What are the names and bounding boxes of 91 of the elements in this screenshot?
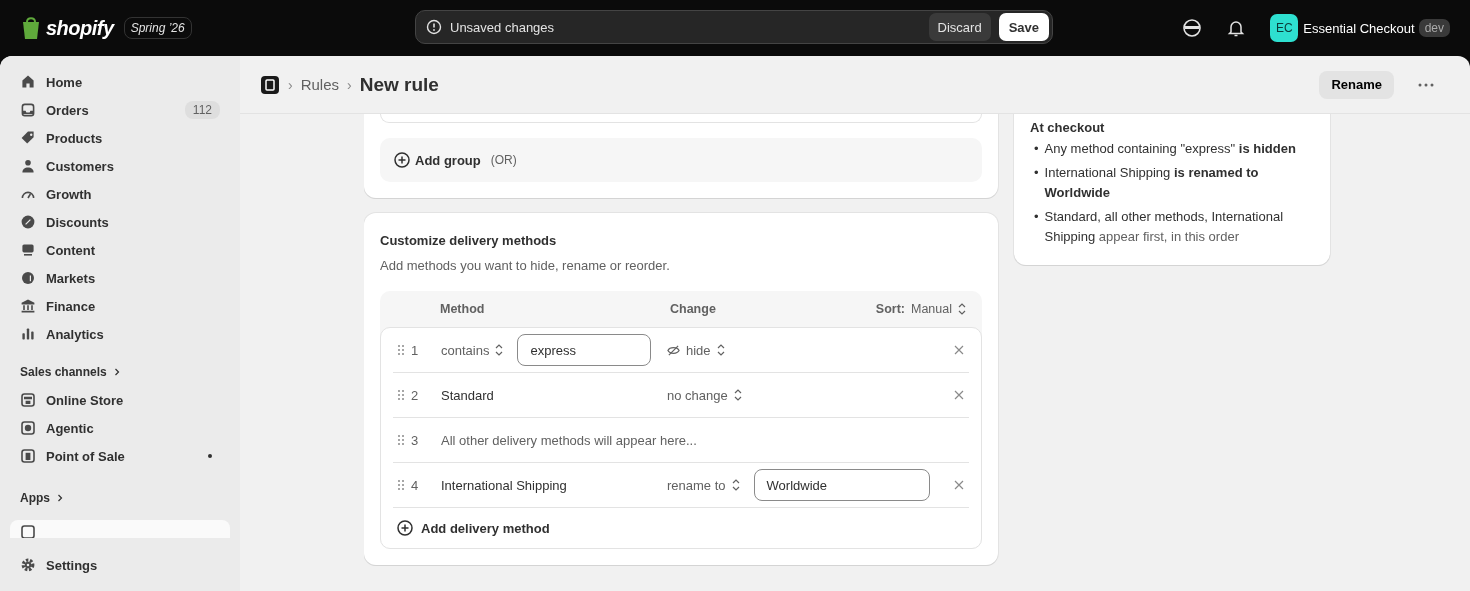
change-select[interactable]: no change [667, 387, 742, 403]
bullet-marker: • [1034, 140, 1039, 158]
plus-circle-icon [397, 520, 413, 536]
chevron-right-icon [56, 494, 64, 502]
breadcrumb-separator: › [288, 76, 293, 93]
nav-item[interactable]: Growth [10, 180, 230, 208]
breadcrumb-link[interactable]: Rules [300, 76, 340, 93]
updown-icon [733, 389, 742, 401]
operator-select[interactable]: contains [441, 342, 504, 358]
bullet-marker: • [1034, 208, 1039, 226]
page-title: New rule [359, 73, 439, 96]
rename-button[interactable]: Rename [1319, 70, 1394, 99]
drag-handle-icon[interactable] [397, 434, 405, 446]
settings-icon [20, 557, 36, 573]
nav-item[interactable]: Orders 112 [10, 96, 230, 124]
updown-icon [495, 344, 504, 356]
eye-slash-icon [667, 343, 680, 357]
apps-heading[interactable]: Apps [10, 484, 230, 512]
app-nav-item[interactable] [10, 520, 230, 538]
row-number: 2 [411, 387, 420, 403]
nav-item[interactable]: Agentic [10, 414, 230, 442]
logo-text: shopify [46, 16, 114, 40]
plus-circle-icon [394, 152, 410, 168]
save-button[interactable]: Save [998, 13, 1049, 41]
unsaved-message: Unsaved changes [450, 19, 556, 35]
card-title: Customize delivery methods [380, 233, 558, 248]
bullet-marker: • [1034, 164, 1039, 182]
card-description: Add methods you want to hide, rename or reorder. [380, 258, 671, 273]
updown-icon [731, 479, 740, 491]
method-name: International Shipping [441, 477, 568, 493]
content-icon [20, 242, 36, 258]
store-name[interactable]: Essential Checkout [1303, 20, 1415, 36]
bank-icon [20, 298, 36, 314]
placeholder-text: All other delivery methods will appear here... [441, 432, 698, 448]
nav-item[interactable]: Point of Sale [10, 442, 230, 470]
summary-title: At checkout [1030, 120, 1106, 135]
rename-field[interactable]: Worldwide [753, 469, 930, 501]
settings-nav-item[interactable]: Settings [10, 551, 230, 579]
alert-icon [426, 19, 442, 35]
app-icon [260, 74, 280, 95]
shopping-bag-icon [20, 16, 42, 40]
nav-item[interactable]: Products [10, 124, 230, 152]
drag-handle-icon[interactable] [397, 479, 405, 491]
notification-bell-icon[interactable] [1226, 18, 1247, 38]
dev-badge: dev [1418, 19, 1450, 37]
chevron-right-icon [112, 368, 121, 376]
inbox-icon [20, 102, 36, 118]
tag-icon [20, 130, 36, 146]
sales-channels-heading[interactable]: Sales channels [10, 358, 230, 386]
nav-item[interactable]: Analytics [10, 320, 230, 348]
store-avatar[interactable]: EC [1270, 14, 1299, 42]
close-icon[interactable] [954, 345, 964, 355]
close-icon[interactable] [954, 390, 964, 400]
summary-item: Standard, all other methods, International Shipping appear first, in this order [1044, 208, 1285, 246]
close-icon[interactable] [954, 480, 964, 490]
home-icon [20, 74, 36, 90]
discard-button[interactable]: Discard [928, 13, 991, 41]
change-select[interactable]: rename to [667, 477, 740, 493]
column-header: Change [670, 302, 717, 316]
drag-handle-icon[interactable] [397, 389, 405, 401]
edition-badge: Spring ’26 [123, 17, 192, 39]
sort-select[interactable]: Sort: Manual [875, 302, 966, 316]
summary-item: Any method containing "express" is hidden [1044, 140, 1296, 158]
nav-item[interactable]: Customers [10, 152, 230, 180]
or-hint: (OR) [490, 153, 517, 167]
row-number: 4 [411, 477, 420, 493]
count-badge: 112 [184, 101, 220, 119]
method-name: Standard [441, 387, 495, 403]
nav-item[interactable]: Home [10, 68, 230, 96]
breadcrumb-separator: › [347, 76, 352, 93]
row-number: 3 [411, 432, 420, 448]
discount-icon [20, 214, 36, 230]
nav-item[interactable]: Content [10, 236, 230, 264]
updown-icon [958, 303, 966, 315]
nav-item[interactable]: Finance [10, 292, 230, 320]
app-icon [20, 524, 36, 538]
person-icon [20, 158, 36, 174]
store-icon [20, 392, 36, 408]
bars-icon [20, 326, 36, 342]
summary-item: International Shipping is renamed to Worldwide [1044, 164, 1260, 202]
updown-icon [716, 344, 725, 356]
column-header: Method [440, 302, 486, 316]
add-delivery-method-button[interactable]: Add delivery method [393, 508, 554, 548]
nav-item[interactable]: Online Store [10, 386, 230, 414]
match-field[interactable]: express [517, 334, 652, 366]
nav-item[interactable]: Discounts [10, 208, 230, 236]
nav-item[interactable]: Markets [10, 264, 230, 292]
row-number: 1 [411, 342, 420, 358]
drag-handle-icon[interactable] [397, 344, 405, 356]
change-select[interactable]: hide [667, 342, 725, 358]
add-group-button[interactable]: Add group [394, 152, 481, 168]
